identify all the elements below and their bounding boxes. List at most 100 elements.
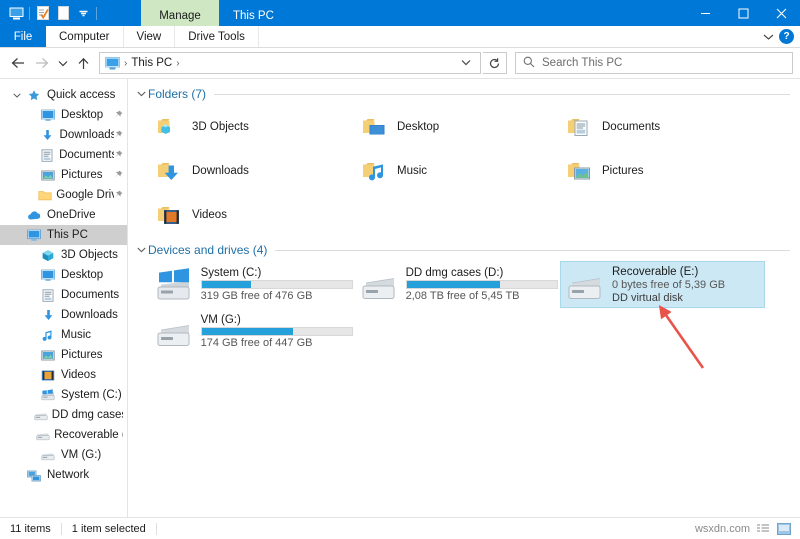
folders-grid: 3D Objects Desktop Documents Downloads Music… [128,105,800,237]
sidebar-item-onedrive[interactable]: OneDrive [0,205,127,225]
sidebar-item-label: Downloads [61,309,118,321]
pin-icon[interactable] [114,150,123,161]
sidebar-item-downloads[interactable]: Downloads [0,305,127,325]
sidebar-item-network[interactable]: Network [0,465,127,485]
search-icon [523,56,535,71]
folder-label: Music [397,165,428,177]
sidebar-item-dd-dmg-cases-d[interactable]: DD dmg cases (D:) [0,405,127,425]
drive-icon [38,449,58,462]
ribbon-tab-bar: File Computer View Drive Tools ? [0,26,800,48]
group-header-devices[interactable]: Devices and drives (4) [134,241,800,259]
close-button[interactable] [762,0,800,26]
refresh-button[interactable] [483,52,507,74]
folder-3d-objects-icon [154,116,184,138]
file-explorer-window: Manage This PC File Computer View Drive … [0,0,800,539]
customize-dropdown-icon[interactable] [73,2,93,24]
folder-tile[interactable]: Videos [150,193,355,237]
sidebar-item-3d-objects[interactable]: 3D Objects [0,245,127,265]
folder-documents-icon [564,116,594,138]
drive-icon [154,315,194,348]
breadcrumb-separator-1[interactable]: › [172,58,183,69]
drive-usage-bar [200,280,353,289]
tab-view[interactable]: View [124,26,176,47]
sidebar-item-recoverable-e[interactable]: Recoverable (E:) [0,425,127,445]
address-dropdown-icon[interactable] [454,58,478,68]
sidebar-item-pictures[interactable]: Pictures [0,345,127,365]
pictures-icon [38,349,58,362]
chevron-down-icon[interactable] [134,91,148,97]
new-folder-icon[interactable] [53,2,73,24]
sidebar-item-label: Pictures [61,349,103,361]
this-pc-icon[interactable] [6,2,26,24]
help-icon[interactable]: ? [779,29,794,44]
recent-locations-icon[interactable] [55,52,70,74]
folder-label: Videos [192,209,227,221]
drive-tile[interactable]: DD dmg cases (D:) 2,08 TB free of 5,45 TB [355,261,560,308]
pin-icon[interactable] [114,170,123,181]
drive-free-space: 2,08 TB free of 5,45 TB [405,290,520,302]
tab-computer[interactable]: Computer [46,26,124,47]
content-area: Quick access Desktop Downloads Documents Pic… [0,78,800,517]
sidebar-item-label: This PC [47,229,88,241]
folder-tile[interactable]: Documents [560,105,765,149]
navigation-pane[interactable]: Quick access Desktop Downloads Documents Pic… [0,79,128,517]
sidebar-item-pictures[interactable]: Pictures [0,165,127,185]
folder-tile[interactable]: Pictures [560,149,765,193]
group-header-folders[interactable]: Folders (7) [134,85,800,103]
sidebar-item-label: Desktop [61,269,104,281]
sidebar-item-system-c[interactable]: System (C:) [0,385,127,405]
drive-tile[interactable]: Recoverable (E:) 0 bytes free of 5,39 GB D… [560,261,765,308]
sidebar-item-this-pc[interactable]: This PC [0,225,127,245]
forward-button[interactable] [31,52,53,74]
back-button[interactable] [7,52,29,74]
tab-drive-tools[interactable]: Drive Tools [175,26,259,47]
drive-tile[interactable]: VM (G:) 174 GB free of 447 GB [150,308,355,355]
sidebar-item-quick-access[interactable]: Quick access [0,85,127,105]
maximize-button[interactable] [724,0,762,26]
sidebar-item-label: Downloads [59,129,114,141]
pin-icon[interactable] [114,190,123,201]
sidebar-item-desktop[interactable]: Desktop [0,265,127,285]
sidebar-item-google-drive[interactable]: Google Drive [0,185,127,205]
address-input[interactable]: › This PC › [99,52,481,74]
large-icons-view-icon[interactable] [775,521,792,537]
sidebar-item-music[interactable]: Music [0,325,127,345]
sidebar-item-desktop[interactable]: Desktop [0,105,127,125]
tab-file[interactable]: File [0,26,46,47]
pin-icon[interactable] [114,110,123,121]
up-button[interactable] [72,52,94,74]
contextual-tab-manage[interactable]: Manage [141,0,219,26]
minimize-button[interactable] [686,0,724,26]
status-divider-2 [155,522,157,535]
music-icon [38,329,58,342]
sidebar-item-downloads[interactable]: Downloads [0,125,127,145]
folder-tile[interactable]: Downloads [150,149,355,193]
address-bar: › This PC › Search This PC [0,48,800,78]
sidebar-item-label: Videos [61,369,96,381]
folder-tile[interactable]: Desktop [355,105,560,149]
sidebar-item-documents[interactable]: Documents [0,145,127,165]
pin-icon[interactable] [114,130,123,141]
network-icon [24,469,44,482]
drive-tile[interactable]: System (C:) 319 GB free of 476 GB [150,261,355,308]
breadcrumb-this-pc[interactable]: This PC [131,57,172,69]
group-divider [214,93,790,95]
folder-label: Pictures [602,165,644,177]
chevron-down-icon[interactable] [763,30,774,44]
properties-icon[interactable] [33,2,53,24]
sidebar-item-vm-g[interactable]: VM (G:) [0,445,127,465]
toolbar-separator [29,6,30,20]
folder-tile[interactable]: 3D Objects [150,105,355,149]
title-bar: Manage This PC [0,0,800,26]
details-view-icon[interactable] [754,521,771,537]
drive-info: DD dmg cases (D:) 2,08 TB free of 5,45 TB [405,267,558,302]
sidebar-item-videos[interactable]: Videos [0,365,127,385]
chevron-down-icon[interactable] [134,247,148,253]
folder-label: Downloads [192,165,249,177]
sidebar-item-label: 3D Objects [61,249,118,261]
sidebar-item-documents[interactable]: Documents [0,285,127,305]
downloads-icon [37,129,56,142]
chevron-down-icon[interactable] [10,92,24,98]
search-input[interactable]: Search This PC [515,52,793,74]
folder-tile[interactable]: Music [355,149,560,193]
